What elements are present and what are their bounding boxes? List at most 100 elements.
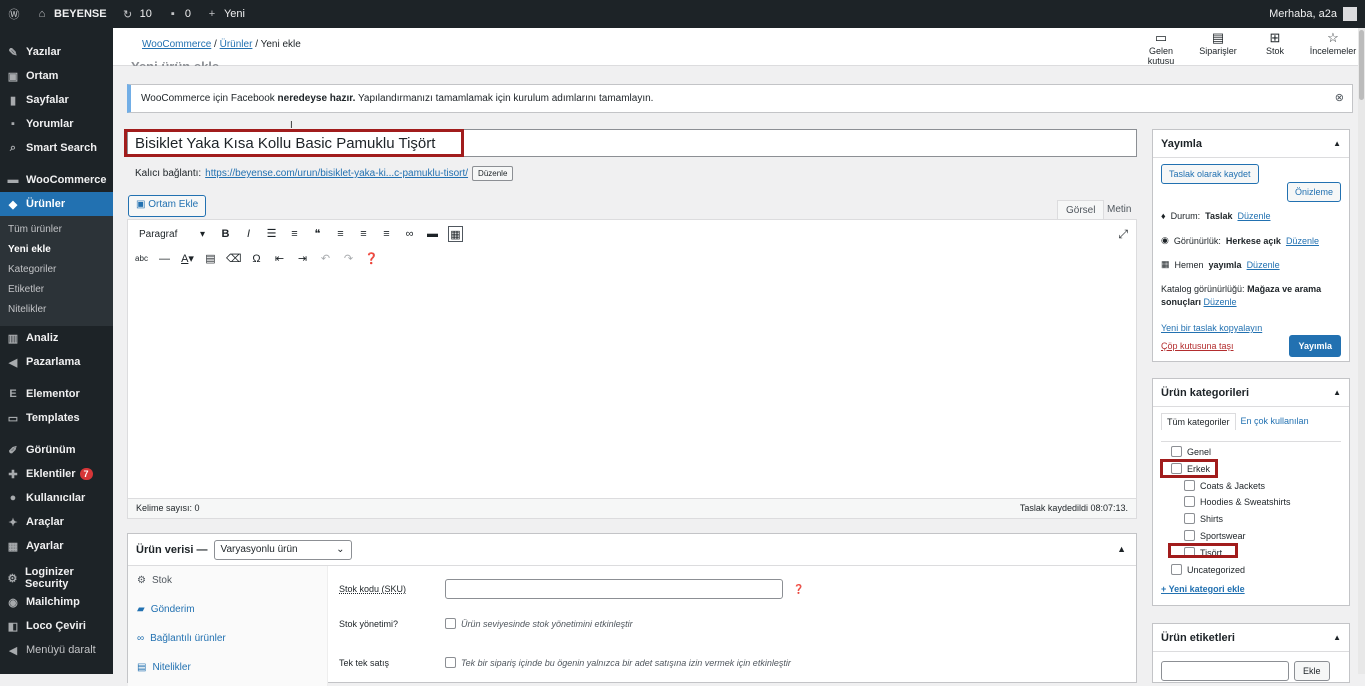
menu-settings[interactable]: ▦ Ayarlar	[0, 534, 113, 558]
stock-button[interactable]: ⊞ Stok	[1250, 30, 1300, 56]
edit-visibility-link[interactable]: Düzenle	[1286, 236, 1319, 246]
scrollbar[interactable]	[1358, 28, 1365, 674]
category-item[interactable]: Shirts	[1184, 513, 1223, 524]
menu-media[interactable]: ▣ Ortam	[0, 64, 113, 88]
italic-icon[interactable]: I	[241, 226, 256, 242]
tab-inventory[interactable]: ⚙ Stok	[128, 566, 327, 595]
copy-draft-link[interactable]: Yeni bir taslak kopyalayın	[1161, 323, 1262, 333]
submenu-all-products[interactable]: Tüm ürünler	[0, 220, 113, 240]
category-item[interactable]: Uncategorized	[1171, 564, 1245, 575]
add-category-link[interactable]: + Yeni kategori ekle	[1161, 584, 1245, 594]
menu-plugins[interactable]: ✚ Eklentiler 7	[0, 462, 113, 486]
tag-input[interactable]	[1161, 661, 1289, 681]
menu-collapse[interactable]: ◀ Menüyü daralt	[0, 638, 113, 662]
category-item[interactable]: Hoodies & Sweatshirts	[1184, 496, 1291, 507]
menu-analytics[interactable]: ▥ Analiz	[0, 326, 113, 350]
fullscreen-icon[interactable]: ⤢	[1118, 227, 1128, 242]
link-icon[interactable]: ∞	[402, 226, 417, 242]
menu-marketing[interactable]: ◀ Pazarlama	[0, 350, 113, 374]
text-color-icon[interactable]: A▾	[180, 251, 195, 267]
quote-icon[interactable]: ❝	[310, 226, 325, 242]
new-content-link[interactable]: + Yeni	[198, 0, 252, 28]
site-name-link[interactable]: ⌂ BEYENSE	[28, 0, 114, 28]
sold-individually-checkbox[interactable]	[445, 657, 456, 668]
menu-mailchimp[interactable]: ◉ Mailchimp	[0, 590, 113, 614]
menu-elementor[interactable]: Ε Elementor	[0, 382, 113, 406]
product-title-input[interactable]	[128, 130, 1136, 156]
category-item[interactable]: Coats & Jackets	[1184, 480, 1265, 491]
breadcrumb-products[interactable]: Ürünler	[220, 39, 253, 50]
menu-loco[interactable]: ◧ Loco Çeviri	[0, 614, 113, 638]
submenu-categories[interactable]: Kategoriler	[0, 260, 113, 280]
special-char-icon[interactable]: Ω	[249, 251, 264, 267]
help-icon[interactable]: ❓	[364, 251, 379, 267]
align-right-icon[interactable]: ≡	[379, 226, 394, 242]
align-left-icon[interactable]: ≡	[333, 226, 348, 242]
numbered-list-icon[interactable]: ≡	[287, 226, 302, 242]
menu-appearance[interactable]: ✐ Görünüm	[0, 438, 113, 462]
category-item[interactable]: Genel	[1171, 446, 1211, 457]
outdent-icon[interactable]: ⇤	[272, 251, 287, 267]
menu-smart-search[interactable]: ⌕ Smart Search	[0, 136, 113, 160]
reviews-button[interactable]: ☆ İncelemeler	[1308, 30, 1358, 56]
collapse-icon[interactable]: ▲	[1333, 388, 1341, 397]
permalink-url[interactable]: https://beyense.com/urun/bisiklet-yaka-k…	[205, 168, 468, 179]
menu-posts[interactable]: ✎ Yazılar	[0, 40, 113, 64]
read-more-icon[interactable]: ▬	[425, 226, 440, 242]
menu-woocommerce[interactable]: ▬ WooCommerce	[0, 168, 113, 192]
indent-icon[interactable]: ⇥	[295, 251, 310, 267]
submenu-tags[interactable]: Etiketler	[0, 280, 113, 300]
publish-button[interactable]: Yayımla	[1289, 335, 1341, 357]
strikethrough-icon[interactable]: abc	[134, 251, 149, 267]
tab-text[interactable]: Metin	[1099, 200, 1139, 220]
tab-attributes[interactable]: ▤ Nitelikler	[128, 653, 327, 682]
tab-visual[interactable]: Görsel	[1057, 200, 1105, 220]
comments-link[interactable]: ▪ 0	[159, 0, 198, 28]
manage-stock-checkbox[interactable]	[445, 618, 456, 629]
wordpress-logo-icon[interactable]: Ⓦ	[0, 0, 28, 28]
breadcrumb-woocommerce[interactable]: WooCommerce	[142, 39, 211, 50]
trash-link[interactable]: Çöp kutusuna taşı	[1161, 341, 1234, 351]
add-tag-button[interactable]: Ekle	[1294, 661, 1330, 681]
submenu-attributes[interactable]: Nitelikler	[0, 300, 113, 320]
greeting[interactable]: Merhaba, a2a	[1269, 8, 1337, 20]
inbox-button[interactable]: ▭ Gelen kutusu	[1136, 30, 1186, 66]
bold-icon[interactable]: B	[218, 226, 233, 242]
help-icon[interactable]: ❓	[793, 584, 804, 595]
menu-users[interactable]: ● Kullanıcılar	[0, 486, 113, 510]
tab-shipping[interactable]: ▰ Gönderim	[128, 595, 327, 624]
add-media-button[interactable]: ▣ Ortam Ekle	[128, 195, 207, 217]
menu-comments[interactable]: ▪ Yorumlar	[0, 112, 113, 136]
redo-icon[interactable]: ↷	[341, 251, 356, 267]
menu-loginizer[interactable]: ⚙ Loginizer Security	[0, 566, 113, 590]
horizontal-line-icon[interactable]: —	[157, 251, 172, 267]
clear-format-icon[interactable]: ⌫	[226, 251, 242, 267]
menu-products[interactable]: ◆ Ürünler	[0, 192, 113, 216]
align-center-icon[interactable]: ≡	[356, 226, 371, 242]
category-item[interactable]: Sportswear	[1184, 530, 1246, 541]
sku-input[interactable]	[445, 579, 783, 599]
format-select[interactable]: Paragraf ▾	[134, 225, 210, 243]
tab-popular-categories[interactable]: En çok kullanılan	[1236, 413, 1314, 430]
category-item[interactable]: Tişört	[1184, 547, 1222, 558]
tab-all-categories[interactable]: Tüm kategoriler	[1161, 413, 1236, 430]
bullet-list-icon[interactable]: ☰	[264, 226, 279, 242]
menu-pages[interactable]: ▮ Sayfalar	[0, 88, 113, 112]
menu-templates[interactable]: ▭ Templates	[0, 406, 113, 430]
edit-status-link[interactable]: Düzenle	[1237, 211, 1270, 221]
toolbar-toggle-icon[interactable]: ▦	[448, 226, 463, 242]
content-editor[interactable]: Paragraf ▾ B I ☰ ≡ ❝ ≡ ≡ ≡ ∞ ▬ ▦ ⤢ abc — …	[127, 219, 1137, 519]
tab-linked[interactable]: ∞ Bağlantılı ürünler	[128, 624, 327, 653]
edit-catalog-link[interactable]: Düzenle	[1204, 297, 1237, 307]
menu-tools[interactable]: ✦ Araçlar	[0, 510, 113, 534]
collapse-icon[interactable]: ▲	[1117, 544, 1126, 554]
avatar[interactable]	[1343, 7, 1357, 21]
edit-schedule-link[interactable]: Düzenle	[1247, 260, 1280, 270]
collapse-icon[interactable]: ▲	[1333, 139, 1341, 148]
paste-text-icon[interactable]: ▤	[203, 251, 218, 267]
submenu-add-new[interactable]: Yeni ekle	[0, 240, 113, 260]
category-item[interactable]: Erkek	[1171, 463, 1210, 474]
orders-button[interactable]: ▤ Siparişler	[1193, 30, 1243, 56]
product-type-select[interactable]: Varyasyonlu ürün ⌄	[213, 539, 352, 560]
collapse-icon[interactable]: ▲	[1333, 633, 1341, 642]
